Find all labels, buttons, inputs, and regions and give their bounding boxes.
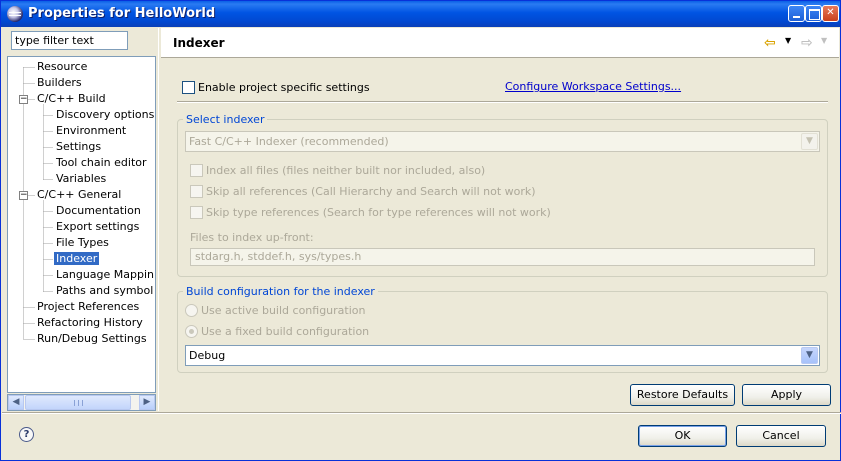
tree-item-discovery-options[interactable]: Discovery options <box>54 107 155 123</box>
restore-defaults-button[interactable]: Restore Defaults <box>630 384 735 406</box>
scroll-left-icon[interactable]: ◀ <box>8 395 24 410</box>
ok-button[interactable]: OK <box>638 425 727 447</box>
tree-item-indexer[interactable]: Indexer <box>54 251 100 267</box>
minimize-button[interactable] <box>788 5 805 22</box>
tree-item-settings[interactable]: Settings <box>54 139 103 155</box>
cancel-button[interactable]: Cancel <box>736 425 826 447</box>
tree-item-refactoring-history[interactable]: Refactoring History <box>35 315 145 331</box>
tree-item-label: Paths and symbol <box>56 284 154 297</box>
tree-item-variables[interactable]: Variables <box>54 171 108 187</box>
filter-input[interactable] <box>11 31 128 50</box>
collapse-icon[interactable]: − <box>19 191 28 200</box>
tree-item-label: Variables <box>56 172 107 185</box>
tree-item-label: Tool chain editor <box>56 156 147 169</box>
close-button[interactable]: ✕ <box>822 5 839 22</box>
tree-item-c-c-build[interactable]: C/C++ Build <box>35 91 108 107</box>
tree-item-tool-chain-editor[interactable]: Tool chain editor <box>54 155 149 171</box>
window-title: Properties for HelloWorld <box>28 6 216 21</box>
eclipse-icon <box>7 6 23 22</box>
tree-item-file-types[interactable]: File Types <box>54 235 111 251</box>
apply-button[interactable]: Apply <box>742 384 831 406</box>
bottom-separator-highlight <box>2 413 841 414</box>
tree-item-label: Project References <box>37 300 140 313</box>
tree-item-label: Refactoring History <box>37 316 143 329</box>
tree-item-label: Settings <box>56 140 102 153</box>
collapse-icon[interactable]: − <box>19 95 28 104</box>
scroll-thumb[interactable] <box>25 395 131 410</box>
tree-item-environment[interactable]: Environment <box>54 123 128 139</box>
tree-item-label: Export settings <box>56 220 140 233</box>
panel-sash[interactable] <box>158 28 161 411</box>
tree-item-label: File Types <box>56 236 109 249</box>
configure-workspace-link[interactable]: Configure Workspace Settings... <box>505 80 681 93</box>
back-arrow-icon[interactable]: ⇦ <box>764 35 776 51</box>
enable-project-specific-label[interactable]: Enable project specific settings <box>198 81 370 94</box>
properties-dialog: Properties for HelloWorld ✕ Resource Buil… <box>0 0 841 461</box>
tree-horizontal-scrollbar[interactable]: ◀ ▶ <box>7 394 156 411</box>
tree-item-project-references[interactable]: Project References <box>35 299 141 315</box>
tree-item-paths-and-symbol[interactable]: Paths and symbol <box>54 283 155 299</box>
forward-arrow-icon[interactable]: ⇨ <box>801 35 813 51</box>
page-title: Indexer <box>173 36 225 50</box>
tree-item-language-mappin[interactable]: Language Mappin <box>54 267 155 283</box>
tree-item-label: Discovery options <box>56 108 155 121</box>
build-config-combo-value: Debug <box>189 349 226 362</box>
page-header: Indexer ⇦ ▼ ⇨ ▼ <box>161 28 839 58</box>
tree-item-label: Documentation <box>56 204 141 217</box>
tree-item-resource[interactable]: Resource <box>35 59 89 75</box>
help-icon[interactable]: ? <box>19 427 34 442</box>
tree-item-documentation[interactable]: Documentation <box>54 203 143 219</box>
tree-item-label: Language Mappin <box>56 268 155 281</box>
skip-type-references-label[interactable]: Skip type references (Search for type re… <box>206 206 551 219</box>
tree-item-label: C/C++ General <box>37 188 122 201</box>
indexer-combo[interactable]: Fast C/C++ Indexer (recommended) ▼ <box>185 131 820 152</box>
skip-type-references-checkbox[interactable] <box>190 206 203 219</box>
chevron-down-icon[interactable]: ▼ <box>801 347 818 364</box>
build-config-combo[interactable]: Debug ▼ <box>185 345 820 366</box>
use-active-config-radio[interactable] <box>185 304 198 317</box>
tree-item-label: Run/Debug Settings <box>37 332 147 345</box>
property-tree: Resource Builders C/C++ Build − Discovery op… <box>7 56 156 393</box>
skip-all-references-checkbox[interactable] <box>190 185 203 198</box>
files-up-front-value: stdarg.h, stddef.h, sys/types.h <box>195 250 362 263</box>
tree-item-label: Builders <box>37 76 82 89</box>
files-up-front-label: Files to index up-front: <box>190 231 314 244</box>
tree-item-run-debug-settings[interactable]: Run/Debug Settings <box>35 331 149 347</box>
tree-item-label: Environment <box>56 124 127 137</box>
maximize-button[interactable] <box>805 5 822 22</box>
separator <box>177 101 828 103</box>
tree-item-label: C/C++ Build <box>37 92 106 105</box>
chevron-down-icon[interactable]: ▼ <box>801 133 818 150</box>
forward-dropdown-icon[interactable]: ▼ <box>821 36 827 45</box>
index-all-files-label[interactable]: Index all files (files neither built nor… <box>206 164 485 177</box>
use-fixed-config-label[interactable]: Use a fixed build configuration <box>201 325 369 338</box>
back-dropdown-icon[interactable]: ▼ <box>785 36 791 45</box>
select-indexer-title: Select indexer <box>183 113 268 126</box>
title-bar[interactable]: Properties for HelloWorld ✕ <box>1 1 840 27</box>
tree-item-builders[interactable]: Builders <box>35 75 84 91</box>
tree-item-label: Resource <box>37 60 88 73</box>
files-up-front-field[interactable]: stdarg.h, stddef.h, sys/types.h <box>190 248 815 266</box>
grip-icon <box>74 400 83 406</box>
enable-project-specific-checkbox[interactable] <box>182 81 195 94</box>
tree-item-label: Indexer <box>54 252 100 265</box>
index-all-files-checkbox[interactable] <box>190 164 203 177</box>
skip-all-references-label[interactable]: Skip all references (Call Hierarchy and … <box>206 185 536 198</box>
use-fixed-config-radio[interactable] <box>185 325 198 338</box>
build-config-title: Build configuration for the indexer <box>183 285 378 298</box>
indexer-combo-value: Fast C/C++ Indexer (recommended) <box>189 135 389 148</box>
scroll-right-icon[interactable]: ▶ <box>139 395 155 410</box>
use-active-config-label[interactable]: Use active build configuration <box>201 304 366 317</box>
tree-item-export-settings[interactable]: Export settings <box>54 219 141 235</box>
tree-item-c-c-general[interactable]: C/C++ General <box>35 187 123 203</box>
